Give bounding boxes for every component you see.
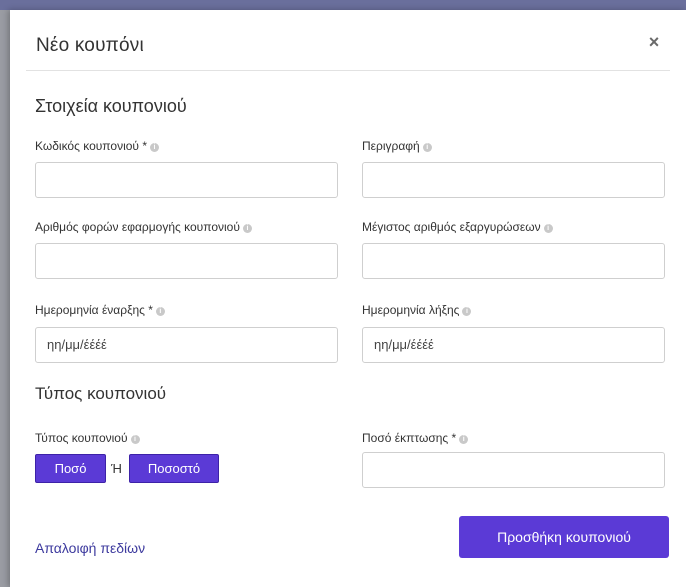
coupon-type-label-text: Τύπος κουπονιού bbox=[35, 431, 128, 445]
start-date-label-text: Ημερομηνία έναρξης * bbox=[35, 303, 153, 317]
max-redemptions-label-text: Μέγιστος αριθμός εξαργυρώσεων bbox=[362, 220, 541, 234]
max-redemptions-label: Μέγιστος αριθμός εξαργυρώσεων i bbox=[362, 220, 553, 234]
max-redemptions-input[interactable] bbox=[362, 243, 665, 279]
info-icon[interactable]: i bbox=[422, 143, 432, 152]
uses-count-label: Αριθμός φορών εφαρμογής κουπονιού i bbox=[35, 220, 252, 234]
or-separator: Ή bbox=[111, 461, 122, 476]
info-icon[interactable]: i bbox=[543, 224, 553, 233]
uses-count-label-text: Αριθμός φορών εφαρμογής κουπονιού bbox=[35, 220, 240, 234]
coupon-code-label: Κωδικός κουπονιού * i bbox=[35, 139, 159, 153]
modal-header: Νέο κουπόνι × bbox=[26, 10, 670, 71]
start-date-input[interactable]: ηη/μμ/έέέέ bbox=[35, 327, 338, 363]
amount-type-button[interactable]: Ποσό bbox=[35, 454, 106, 483]
section-title-details: Στοιχεία κουπονιού bbox=[35, 96, 187, 116]
new-coupon-modal: Νέο κουπόνι × Στοιχεία κουπονιού Κωδικός… bbox=[10, 10, 686, 587]
info-icon[interactable]: i bbox=[242, 224, 252, 233]
end-date-input[interactable]: ηη/μμ/έέέέ bbox=[362, 327, 665, 363]
coupon-type-label: Τύπος κουπονιού i bbox=[35, 431, 140, 445]
info-icon[interactable]: i bbox=[130, 435, 140, 444]
discount-amount-label-text: Ποσό έκπτωσης * bbox=[362, 431, 457, 445]
info-icon[interactable]: i bbox=[459, 435, 469, 444]
info-icon[interactable]: i bbox=[155, 307, 165, 316]
add-coupon-button[interactable]: Προσθήκη κουπονιού bbox=[459, 516, 669, 558]
info-icon[interactable]: i bbox=[150, 143, 159, 152]
section-title-coupon-type: Τύπος κουπονιού bbox=[35, 384, 167, 403]
uses-count-input[interactable] bbox=[35, 243, 338, 279]
coupon-code-input[interactable] bbox=[35, 162, 338, 198]
description-label: Περιγραφή i bbox=[362, 139, 432, 153]
percent-type-button[interactable]: Ποσοστό bbox=[129, 454, 219, 483]
start-date-label: Ημερομηνία έναρξης * i bbox=[35, 303, 165, 317]
close-icon[interactable]: × bbox=[644, 32, 664, 52]
coupon-code-label-text: Κωδικός κουπονιού * bbox=[35, 139, 147, 153]
description-label-text: Περιγραφή bbox=[362, 139, 420, 153]
end-date-label: Ημερομηνία λήξης i bbox=[362, 303, 472, 317]
end-date-label-text: Ημερομηνία λήξης bbox=[362, 303, 460, 317]
clear-fields-link[interactable]: Απαλοιφή πεδίων bbox=[35, 540, 145, 556]
backdrop-header-strip bbox=[0, 0, 686, 10]
modal-title: Νέο κουπόνι bbox=[36, 35, 144, 56]
discount-amount-label: Ποσό έκπτωσης * i bbox=[362, 431, 469, 445]
info-icon[interactable]: i bbox=[462, 307, 472, 316]
description-input[interactable] bbox=[362, 162, 665, 198]
discount-amount-input[interactable] bbox=[362, 452, 665, 488]
